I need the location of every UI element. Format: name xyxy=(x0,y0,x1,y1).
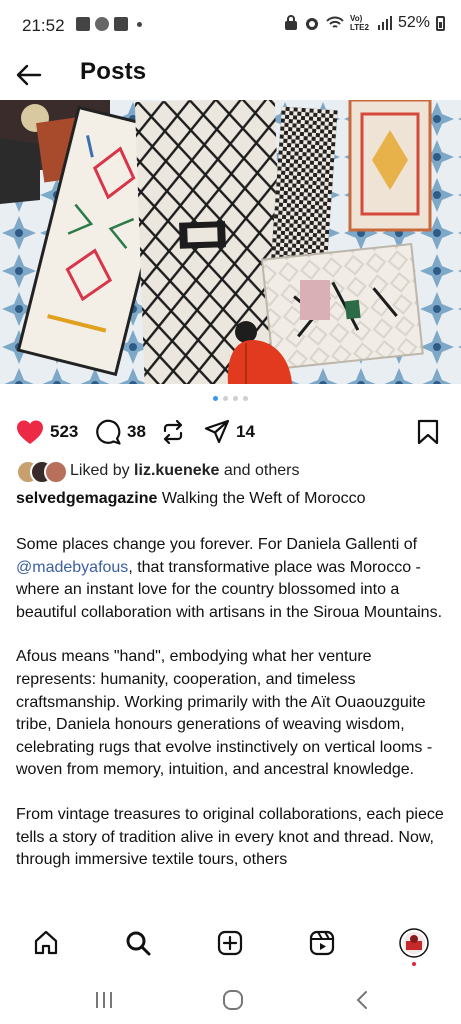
share-button[interactable]: 14 xyxy=(204,416,255,448)
cloud-icon xyxy=(95,17,109,31)
search-icon xyxy=(126,931,151,956)
caption-title: Walking the Weft of Morocco xyxy=(157,490,366,507)
carousel-dot xyxy=(243,396,248,401)
alarm-icon xyxy=(305,18,318,30)
carousel-dot-active xyxy=(213,396,218,401)
lock-icon xyxy=(284,15,297,30)
notification-icons xyxy=(76,17,142,31)
create-icon xyxy=(217,930,243,956)
caption-text: Some places change you forever. For Dani… xyxy=(16,536,418,553)
status-time: 21:52 xyxy=(22,16,65,35)
back-button[interactable] xyxy=(14,60,50,92)
like-button[interactable]: 523 xyxy=(16,416,78,448)
carousel-dot xyxy=(233,396,238,401)
home-circle-icon xyxy=(223,990,243,1010)
comment-count: 38 xyxy=(127,422,146,441)
caption-header: selvedgemagazine Walking the Weft of Mor… xyxy=(16,488,365,510)
more-notifications-dot xyxy=(137,21,142,27)
wifi-icon xyxy=(326,16,344,28)
signal-icon xyxy=(377,16,392,30)
avatar xyxy=(44,460,68,484)
nav-reels[interactable] xyxy=(305,926,339,960)
caption-body: Some places change you forever. For Dani… xyxy=(16,534,452,894)
liked-by-row[interactable]: Liked by liz.kueneke and others xyxy=(16,458,299,484)
caption-paragraph: Afous means "hand", embodying what her v… xyxy=(16,648,433,779)
bottom-nav xyxy=(0,912,461,976)
liked-by-text: Liked by liz.kueneke and others xyxy=(70,462,299,480)
battery-percent: 52% xyxy=(397,14,430,31)
calendar-icon xyxy=(114,17,128,31)
liker-avatars xyxy=(16,459,68,484)
gallery-icon xyxy=(76,17,90,31)
reels-icon xyxy=(309,930,335,956)
post-image[interactable] xyxy=(0,100,461,384)
back-arrow-icon xyxy=(16,64,42,86)
post-actions: 523 38 14 xyxy=(0,416,461,448)
bookmark-icon xyxy=(417,419,439,445)
post-username[interactable]: selvedgemagazine xyxy=(16,490,157,507)
liked-by-suffix: and others xyxy=(219,462,300,479)
battery-icon xyxy=(436,15,445,31)
status-bar: 21:52 Vo) LTE2 52% xyxy=(0,0,461,52)
nav-home[interactable] xyxy=(29,926,63,960)
header: Posts xyxy=(0,52,461,100)
system-home-button[interactable] xyxy=(220,986,246,1014)
save-button[interactable] xyxy=(416,416,440,448)
network-label: Vo) LTE2 xyxy=(349,14,369,32)
mention-link[interactable]: @madebyafous xyxy=(16,559,128,576)
caption-paragraph: Some places change you forever. For Dani… xyxy=(16,534,452,624)
system-back-button[interactable] xyxy=(352,986,372,1014)
carousel-indicator xyxy=(0,396,461,401)
page-title: Posts xyxy=(80,58,147,85)
nav-profile[interactable] xyxy=(397,926,431,966)
like-count: 523 xyxy=(50,422,79,441)
notification-dot xyxy=(412,962,416,966)
nav-create[interactable] xyxy=(213,926,247,960)
send-icon xyxy=(204,419,230,444)
rugs-photo xyxy=(0,100,461,384)
repost-icon xyxy=(163,419,183,445)
caption-paragraph: From vintage treasures to original colla… xyxy=(16,805,444,869)
home-icon xyxy=(34,930,58,955)
comment-icon xyxy=(96,419,121,445)
system-nav-bar xyxy=(0,976,461,1024)
heart-icon xyxy=(17,420,43,444)
back-chevron-icon xyxy=(356,991,367,1009)
recents-button[interactable] xyxy=(92,986,116,1014)
profile-avatar-icon xyxy=(399,928,429,958)
system-status: Vo) LTE2 52% xyxy=(284,14,445,32)
share-count: 14 xyxy=(236,422,255,441)
nav-search[interactable] xyxy=(121,926,155,960)
liked-by-username[interactable]: liz.kueneke xyxy=(134,462,219,479)
recents-icon xyxy=(96,992,112,1008)
comment-button[interactable]: 38 xyxy=(95,416,146,448)
repost-button[interactable] xyxy=(160,416,186,448)
liked-by-prefix: Liked by xyxy=(70,462,135,479)
carousel-dot xyxy=(223,396,228,401)
